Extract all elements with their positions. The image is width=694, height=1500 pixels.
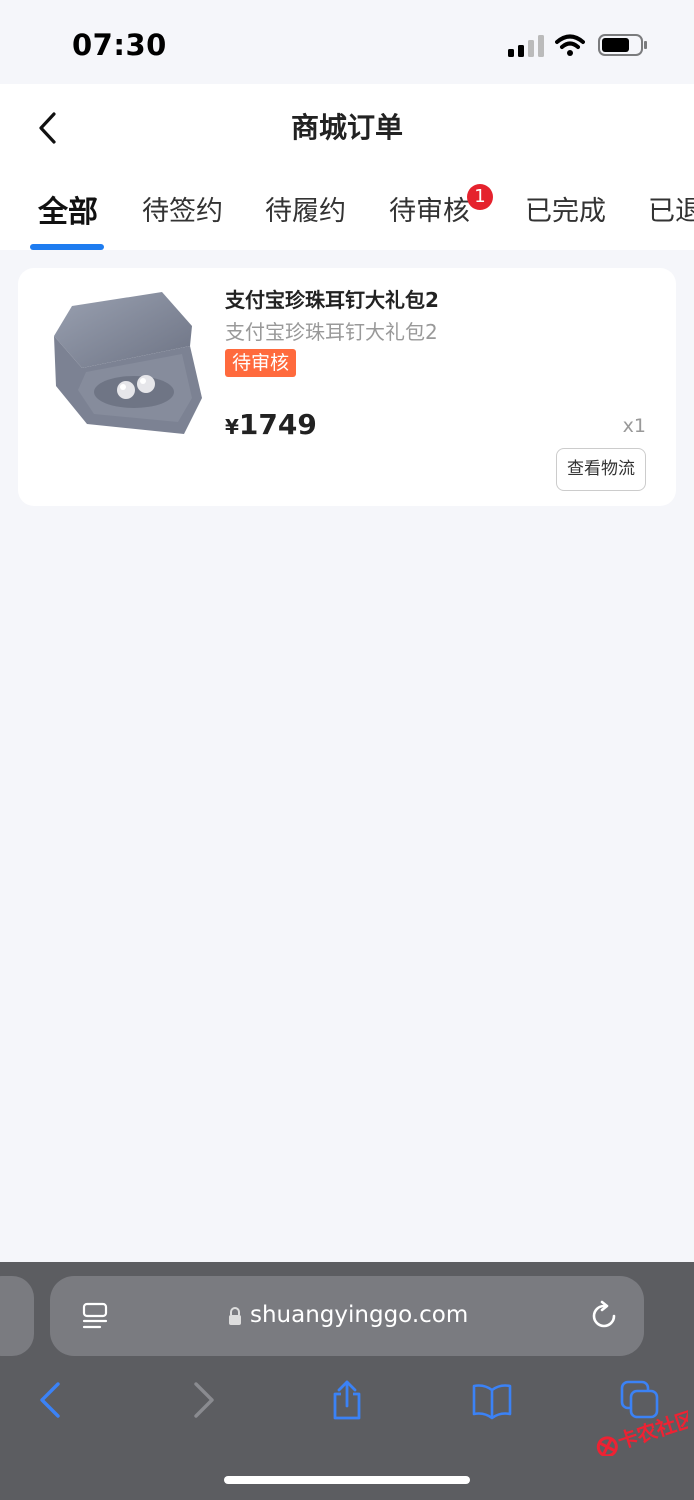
tab-pending-sign[interactable]: 待签约 <box>142 189 223 228</box>
currency-symbol: ¥ <box>225 415 239 439</box>
product-name: 支付宝珍珠耳钉大礼包2 <box>225 288 439 312</box>
browser-toolbar: shuangyinggo.com 卡农社区 <box>0 1262 694 1500</box>
order-price: ¥1749 <box>225 408 317 441</box>
price-amount: 1749 <box>238 408 317 441</box>
bookmarks-icon[interactable] <box>472 1380 512 1420</box>
status-bar: 07:30 <box>0 0 694 84</box>
view-logistics-button[interactable]: 查看物流 <box>556 448 646 491</box>
order-card[interactable]: 支付宝珍珠耳钉大礼包2 支付宝珍珠耳钉大礼包2 待审核 ¥1749 x1 查看物… <box>18 268 676 506</box>
pending-review-badge: 1 <box>467 184 493 210</box>
product-image <box>54 292 202 434</box>
status-time: 07:30 <box>72 28 167 62</box>
tab-completed[interactable]: 已完成 <box>525 189 606 228</box>
tab-pending-review[interactable]: 待审核 <box>389 189 470 228</box>
watermark-logo: 卡农社区 <box>596 1406 688 1456</box>
reader-mode-icon[interactable] <box>80 1301 110 1331</box>
battery-icon <box>598 34 647 56</box>
url-text: shuangyinggo.com <box>250 1302 469 1328</box>
previous-tab-pill[interactable] <box>0 1276 34 1356</box>
home-indicator <box>224 1476 470 1484</box>
order-tabs: 全部 待签约 待履约 待审核 已完成 已退 <box>0 189 694 250</box>
reload-icon[interactable] <box>588 1300 620 1332</box>
page-header: 商城订单 全部 待签约 待履约 待审核 已完成 已退 1 <box>0 84 694 250</box>
wifi-icon <box>555 34 585 56</box>
order-status-tag: 待审核 <box>225 349 297 377</box>
back-nav-icon[interactable] <box>32 1380 72 1420</box>
tab-all[interactable]: 全部 <box>38 189 98 231</box>
watermark-text: 卡农社区 <box>615 1406 688 1454</box>
share-icon[interactable] <box>327 1380 367 1420</box>
order-quantity: x1 <box>622 415 646 437</box>
lock-icon <box>229 1307 241 1325</box>
tab-pending-fulfill[interactable]: 待履约 <box>265 189 346 228</box>
product-subtitle: 支付宝珍珠耳钉大礼包2 <box>225 320 438 344</box>
active-tab-indicator <box>30 244 104 250</box>
forward-nav-icon[interactable] <box>182 1380 222 1420</box>
address-bar[interactable]: shuangyinggo.com <box>50 1276 644 1356</box>
cellular-signal-icon <box>508 35 544 57</box>
page-title: 商城订单 <box>290 111 403 144</box>
tab-refunded[interactable]: 已退 <box>648 189 694 228</box>
